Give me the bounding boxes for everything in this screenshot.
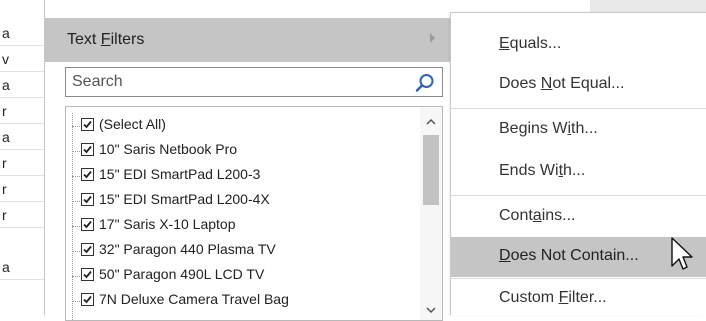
tree-connector-line	[72, 276, 80, 277]
panel-top-strip	[45, 0, 451, 18]
list-item-label: 15" EDI SmartPad L200-4X	[99, 191, 270, 207]
list-item[interactable]: 32" Paragon 440 Plasma TV	[66, 240, 406, 262]
worksheet-cell[interactable]: a	[0, 72, 44, 98]
worksheet-cell[interactable]: r	[0, 176, 44, 202]
menu-item-label: Contains...	[499, 207, 576, 224]
menu-item-label: Does Not Contain...	[499, 247, 639, 264]
scroll-down-icon[interactable]	[425, 303, 437, 315]
menu-item-does-not-contain[interactable]: Does Not Contain...	[451, 237, 706, 277]
list-scrollbar[interactable]	[420, 107, 442, 320]
worksheet-cell-top	[590, 0, 706, 12]
list-item-label: 17" Saris X-10 Laptop	[99, 216, 236, 232]
list-item-label: 32" Paragon 440 Plasma TV	[99, 241, 276, 257]
tree-connector-line	[72, 301, 80, 302]
search-icon[interactable]	[414, 72, 436, 94]
checkmark-icon	[83, 120, 92, 129]
search-box[interactable]	[65, 67, 443, 97]
menu-item-contains[interactable]: Contains...	[451, 197, 706, 237]
menu-item-label: Does Not Equal...	[499, 75, 625, 92]
mouse-cursor-icon	[671, 237, 693, 270]
menu-item-label: Begins With...	[499, 120, 598, 137]
list-item[interactable]: 50" Paragon 490L LCD TV	[66, 265, 406, 287]
checkmark-icon	[83, 220, 92, 229]
checkbox[interactable]	[81, 143, 94, 156]
tree-connector-line	[72, 251, 80, 252]
tree-connector-line	[72, 226, 80, 227]
menu-separator	[451, 108, 706, 109]
checkbox[interactable]	[81, 193, 94, 206]
worksheet-cell[interactable]: a	[0, 124, 44, 150]
list-item-label: 7N Deluxe Camera Travel Bag	[99, 291, 289, 307]
checkmark-icon	[83, 195, 92, 204]
checkbox[interactable]	[81, 293, 94, 306]
list-item-label: 15" EDI SmartPad L200-3	[99, 166, 261, 182]
menu-item-ends-with[interactable]: Ends With...	[451, 152, 706, 192]
worksheet-cell[interactable]: r	[0, 202, 44, 228]
list-item[interactable]: 17" Saris X-10 Laptop	[66, 215, 406, 237]
list-item-label: 50" Paragon 490L LCD TV	[99, 266, 265, 282]
list-item[interactable]: 15" EDI SmartPad L200-3	[66, 165, 406, 187]
worksheet-cell-top	[450, 0, 590, 12]
worksheet-cell[interactable]: r	[0, 150, 44, 176]
worksheet-column: a v a r a r r r a	[0, 0, 44, 315]
checkmark-icon	[83, 270, 92, 279]
tree-connector-line	[72, 176, 80, 177]
submenu-arrow-icon	[430, 33, 435, 43]
tree-connector-line	[72, 151, 80, 152]
checkbox[interactable]	[81, 218, 94, 231]
checkmark-icon	[83, 145, 92, 154]
list-item-label: 10" Saris Netbook Pro	[99, 141, 238, 157]
menu-item-custom-filter[interactable]: Custom Filter...	[451, 281, 706, 321]
search-input[interactable]	[72, 72, 392, 92]
worksheet-cell[interactable]: a	[0, 20, 44, 46]
menu-item-label: Ends With...	[499, 162, 586, 179]
checkbox[interactable]	[81, 268, 94, 281]
scroll-up-icon[interactable]	[425, 115, 437, 127]
menu-item-label: Custom Filter...	[499, 289, 607, 306]
menu-separator	[451, 278, 706, 279]
list-item-select-all[interactable]: (Select All)	[66, 115, 406, 137]
text-filters-label: Text Filters	[67, 31, 145, 48]
menu-item-label: Equals...	[499, 35, 562, 52]
checkmark-icon	[83, 170, 92, 179]
autofilter-panel: Text Filters (Select All) 10" Saris Netb…	[44, 0, 451, 321]
checkbox[interactable]	[81, 243, 94, 256]
menu-item-begins-with[interactable]: Begins With...	[451, 110, 706, 150]
text-filters-submenu: Equals... Does Not Equal... Begins With.…	[450, 12, 706, 315]
worksheet-cell[interactable]: v	[0, 46, 44, 72]
list-item-label: (Select All)	[99, 116, 166, 132]
scrollbar-thumb[interactable]	[423, 135, 439, 205]
text-filters-menu-item[interactable]: Text Filters	[45, 18, 451, 62]
worksheet-cell[interactable]: a	[0, 254, 44, 280]
list-item[interactable]: 10" Saris Netbook Pro	[66, 140, 406, 162]
menu-item-does-not-equal[interactable]: Does Not Equal...	[451, 65, 706, 105]
checkmark-icon	[83, 245, 92, 254]
checkbox[interactable]	[81, 118, 94, 131]
menu-separator	[451, 195, 706, 196]
list-item[interactable]: 15" EDI SmartPad L200-4X	[66, 190, 406, 212]
tree-connector-line	[72, 201, 80, 202]
filter-values-list: (Select All) 10" Saris Netbook Pro 15" E…	[65, 106, 443, 321]
checkbox[interactable]	[81, 168, 94, 181]
tree-connector-line	[72, 126, 80, 127]
menu-item-equals[interactable]: Equals...	[451, 25, 706, 65]
checkmark-icon	[83, 295, 92, 304]
worksheet-cell[interactable]: r	[0, 98, 44, 124]
list-item[interactable]: 7N Deluxe Camera Travel Bag	[66, 290, 406, 312]
